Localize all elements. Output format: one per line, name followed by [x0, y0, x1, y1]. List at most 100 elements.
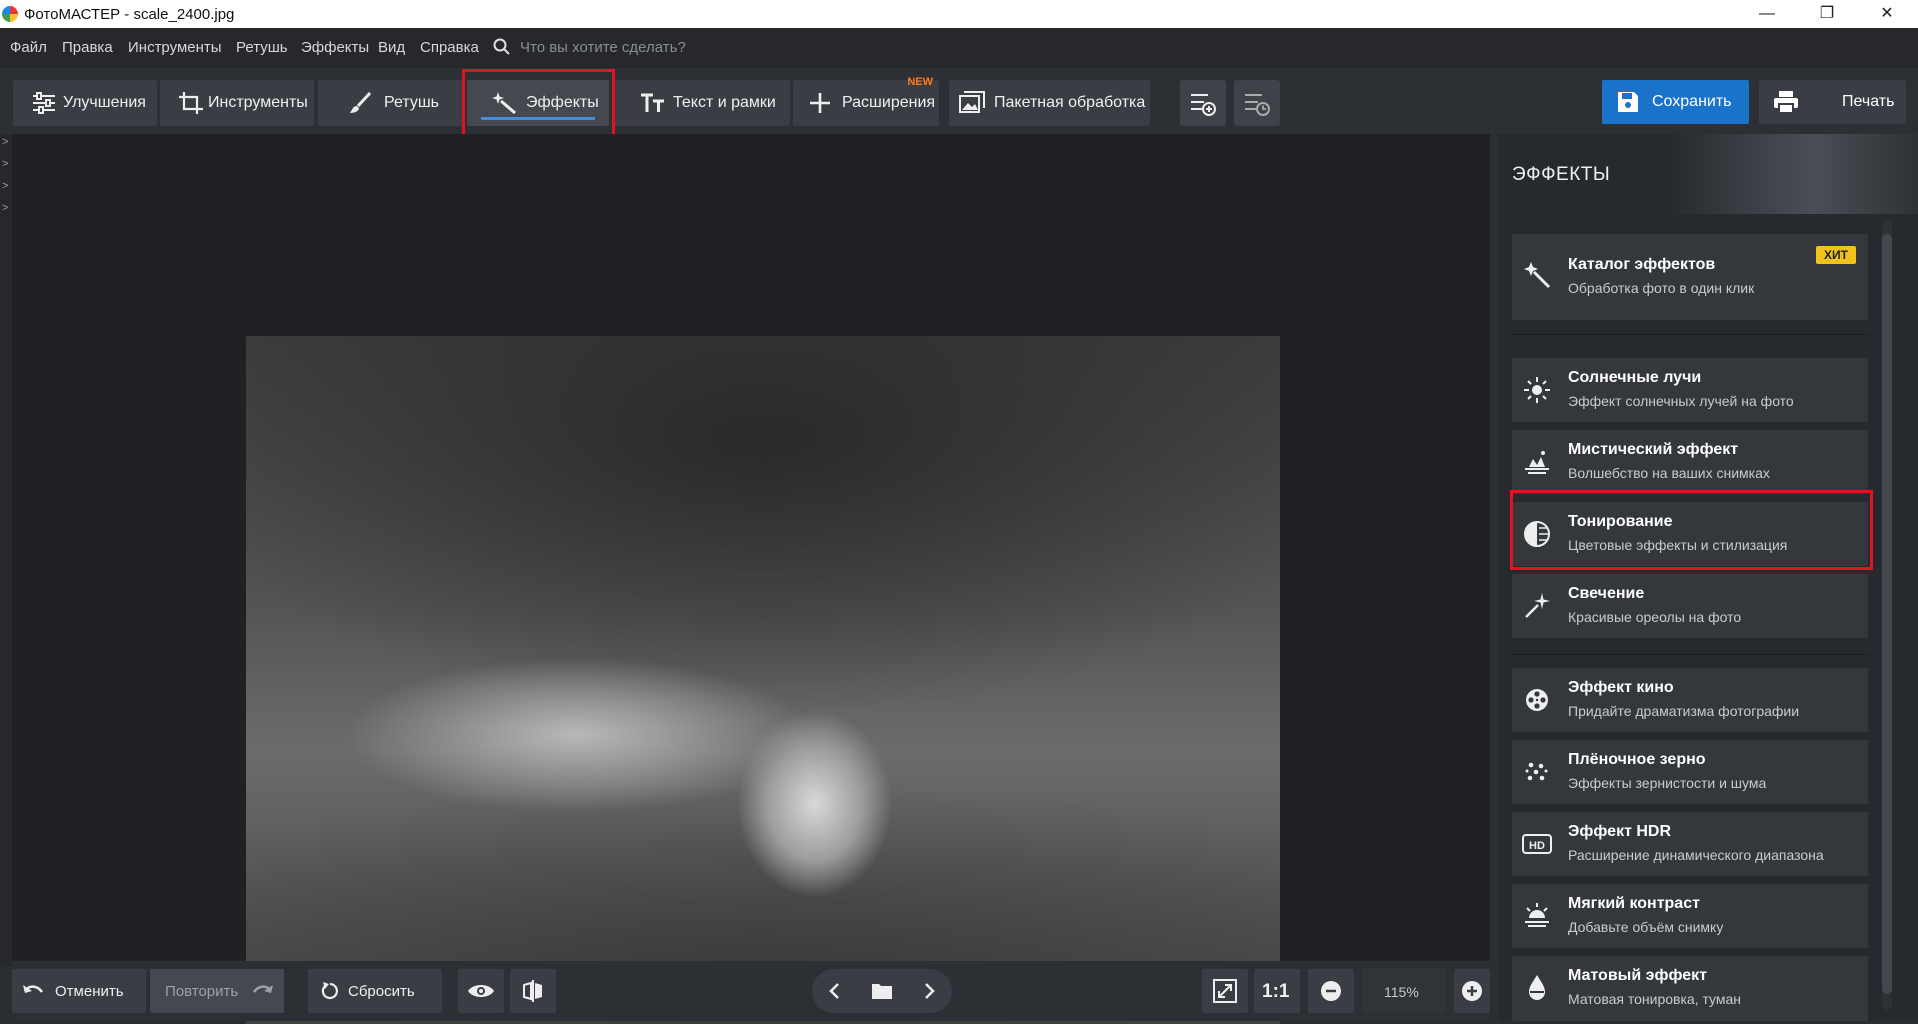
minimize-button[interactable]: — — [1744, 0, 1790, 28]
effect-glow[interactable]: Свечение Красивые ореолы на фото — [1512, 574, 1868, 638]
divider — [1512, 654, 1868, 655]
effect-soft-contrast[interactable]: Мягкий контраст Добавьте объём снимку — [1512, 884, 1868, 948]
presets-add-button[interactable] — [1180, 80, 1226, 126]
tab-extensions[interactable]: Расширения NEW — [793, 76, 939, 126]
sliders-plus-icon — [1191, 94, 1216, 116]
print-label: Печать — [1842, 93, 1895, 110]
sliders-clock-icon — [1245, 94, 1270, 116]
tab-label: Текст и рамки — [673, 94, 776, 111]
catalog-title: Каталог эффектов — [1568, 256, 1716, 273]
menu-file[interactable]: Файл — [10, 39, 47, 56]
left-collapse-strip[interactable]: > > > > — [0, 134, 12, 967]
effect-mystic[interactable]: Мистический эффект Волшебство на ваших с… — [1512, 430, 1868, 494]
effect-matte[interactable]: Матовый эффект Матовая тонировка, туман — [1512, 956, 1868, 1021]
presets-history-button[interactable] — [1234, 80, 1280, 126]
effect-title: Матовый эффект — [1568, 967, 1707, 984]
expand-icon — [1213, 979, 1237, 1003]
tab-retouch[interactable]: Ретушь — [318, 80, 463, 126]
menu-bar: Файл Правка Инструменты Ретушь Эффекты В… — [0, 28, 1918, 68]
catalog-card[interactable]: Каталог эффектов Обработка фото в один к… — [1512, 234, 1868, 320]
chevron-right-icon[interactable]: > — [2, 158, 8, 170]
printer-icon — [1774, 91, 1798, 114]
save-button[interactable]: Сохранить — [1602, 80, 1749, 124]
reset-icon — [321, 982, 338, 1000]
chevron-left-icon[interactable] — [828, 982, 840, 1000]
panel-title: ЭФФЕКТЫ — [1512, 164, 1611, 185]
chevron-right-icon[interactable] — [924, 982, 936, 1000]
tab-label: Расширения — [842, 94, 936, 111]
panel-header: ЭФФЕКТЫ — [1498, 134, 1918, 214]
compare-icon — [523, 980, 542, 1002]
divider — [1512, 334, 1868, 335]
sliders-icon — [33, 92, 55, 114]
menu-help[interactable]: Справка — [420, 39, 479, 56]
folder-icon[interactable] — [871, 982, 893, 1000]
effect-subtitle: Придайте драматизма фотографии — [1568, 703, 1800, 719]
tab-tools[interactable]: Инструменты — [160, 80, 314, 126]
effect-sun-rays[interactable]: Солнечные лучи Эффект солнечных лучей на… — [1512, 358, 1868, 422]
chevron-right-icon[interactable]: > — [2, 202, 8, 214]
close-button[interactable]: ✕ — [1864, 0, 1910, 28]
tab-label: Инструменты — [208, 94, 308, 111]
tab-label: Улучшения — [63, 94, 146, 111]
zoom-out-button[interactable] — [1308, 969, 1354, 1013]
menu-effects[interactable]: Эффекты — [301, 39, 369, 56]
print-button[interactable]: Печать — [1759, 80, 1906, 124]
menu-tools[interactable]: Инструменты — [128, 39, 222, 56]
matte-icon — [1529, 975, 1545, 1000]
reset-button[interactable]: Сбросить — [308, 969, 442, 1013]
zoom-level-field[interactable]: 115% — [1362, 969, 1446, 1013]
menu-retouch[interactable]: Ретушь — [236, 39, 288, 56]
app-logo-icon — [2, 6, 18, 22]
title-bar: ФотоМАСТЕР - scale_2400.jpg — ❐ ✕ — [0, 0, 1918, 28]
hit-badge: ХИТ — [1816, 246, 1856, 264]
command-search[interactable]: Что вы хотите сделать? — [493, 37, 793, 59]
svg-text:HD: HD — [1529, 840, 1545, 852]
effects-panel: ЭФФЕКТЫ Каталог эффектов Обработка фото … — [1498, 134, 1918, 1021]
preview-toggle-button[interactable] — [458, 969, 504, 1013]
mystic-icon — [1525, 451, 1549, 474]
text-icon — [641, 93, 664, 112]
sun-icon — [1524, 377, 1550, 403]
effect-subtitle: Красивые ореолы на фото — [1568, 609, 1742, 625]
menu-view[interactable]: Вид — [378, 39, 405, 56]
effect-title: Свечение — [1568, 585, 1645, 602]
undo-label: Отменить — [55, 983, 124, 1000]
navigation-group — [812, 969, 952, 1013]
plus-circle-icon — [1462, 981, 1482, 1001]
photo-canvas[interactable] — [12, 134, 1490, 1024]
toning-highlight — [1510, 490, 1873, 570]
tab-text-frames[interactable]: Текст и рамки — [612, 80, 790, 126]
maximize-button[interactable]: ❐ — [1804, 0, 1850, 28]
images-icon — [959, 91, 985, 113]
zoom-in-button[interactable] — [1454, 969, 1490, 1013]
chevron-right-icon[interactable]: > — [2, 136, 8, 148]
scrollbar-thumb[interactable] — [1882, 234, 1892, 994]
undo-button[interactable]: Отменить — [12, 969, 146, 1013]
zoom-actual-size-button[interactable]: 1:1 — [1254, 969, 1300, 1013]
grain-icon — [1525, 762, 1548, 781]
effect-subtitle: Эффект солнечных лучей на фото — [1568, 393, 1794, 409]
effect-hdr[interactable]: HD Эффект HDR Расширение динамического д… — [1512, 812, 1868, 876]
tab-enhancements[interactable]: Улучшения — [13, 80, 157, 126]
zoom-value: 115% — [1384, 984, 1419, 1000]
crop-icon — [179, 92, 203, 114]
chevron-right-icon[interactable]: > — [2, 180, 8, 192]
effect-subtitle: Добавьте объём снимку — [1568, 919, 1724, 935]
tab-batch-processing[interactable]: Пакетная обработка — [949, 80, 1150, 126]
redo-button[interactable]: Повторить — [150, 969, 284, 1013]
fit-to-screen-button[interactable] — [1202, 969, 1248, 1013]
menu-edit[interactable]: Правка — [62, 39, 113, 56]
window-title: ФотоМАСТЕР - scale_2400.jpg — [24, 6, 235, 23]
zoom-1-1-label: 1:1 — [1262, 981, 1290, 1002]
new-badge: NEW — [907, 76, 933, 88]
photo-preview[interactable] — [246, 336, 1280, 1024]
compare-button[interactable] — [510, 969, 556, 1013]
floppy-disk-icon — [1618, 92, 1638, 112]
effect-title: Солнечные лучи — [1568, 369, 1702, 386]
redo-icon — [252, 985, 273, 993]
soft-contrast-icon — [1525, 903, 1549, 927]
effect-cinema[interactable]: Эффект кино Придайте драматизма фотограф… — [1512, 668, 1868, 732]
effect-film-grain[interactable]: Плёночное зерно Эффекты зернистости и шу… — [1512, 740, 1868, 804]
effect-title: Мягкий контраст — [1568, 895, 1700, 912]
